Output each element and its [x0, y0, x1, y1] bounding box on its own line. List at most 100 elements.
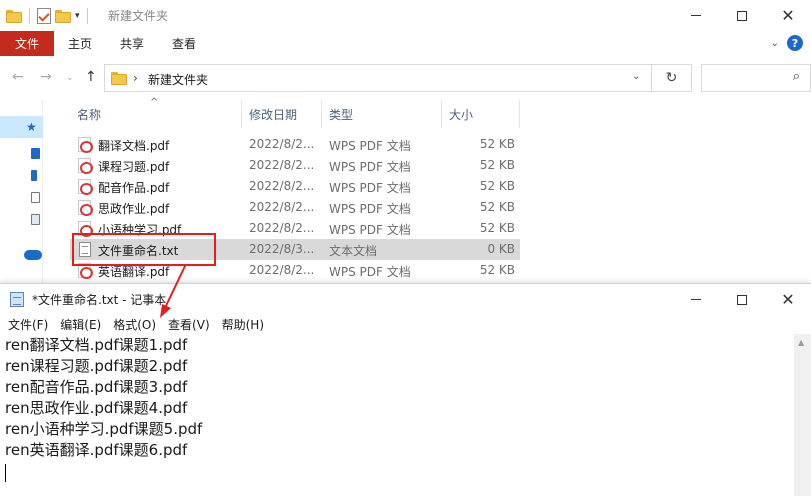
explorer-titlebar: ▾ 新建文件夹 ✕ — [0, 0, 811, 31]
breadcrumb[interactable]: 新建文件夹 — [148, 71, 208, 88]
minimize-icon — [691, 15, 701, 16]
menu-help[interactable]: 帮助(H) — [216, 316, 270, 333]
minimize-button[interactable] — [673, 284, 719, 315]
file-date: 2022/8/3... — [249, 242, 315, 256]
file-type: WPS PDF 文档 — [329, 265, 411, 279]
file-type: WPS PDF 文档 — [329, 160, 411, 174]
column-size-label: 大小 — [449, 107, 474, 122]
refresh-button[interactable]: ↻ — [651, 65, 691, 91]
file-size: 52 KB — [479, 158, 515, 172]
text-line: ren思政作业.pdf课题4.pdf — [5, 399, 188, 417]
properties-icon[interactable] — [37, 8, 51, 24]
tab-view[interactable]: 查看 — [158, 31, 210, 56]
address-bar[interactable]: › 新建文件夹 ⌄ ↻ — [104, 64, 692, 92]
notepad-text-area[interactable]: ren翻译文档.pdf课题1.pdf ren课程习题.pdf课题2.pdf re… — [0, 334, 794, 496]
text-line: ren英语翻译.pdf课题6.pdf — [5, 441, 188, 459]
file-size: 52 KB — [479, 200, 515, 214]
quick-access-star-icon[interactable]: ★ — [26, 120, 37, 134]
text-line: ren配音作品.pdf课题3.pdf — [5, 378, 188, 396]
vertical-scrollbar[interactable]: ▲ — [794, 334, 811, 496]
file-date: 2022/8/2... — [249, 158, 315, 172]
maximize-icon — [737, 294, 747, 305]
address-bar-row: ← → ⌄ ↑ › 新建文件夹 ⌄ ↻ ⌕ — [0, 56, 811, 100]
notepad-window: *文件重命名.txt - 记事本 ✕ 文件(F) 编辑(E) 格式(O) 查看(… — [0, 283, 811, 496]
refresh-icon: ↻ — [665, 70, 678, 86]
column-date[interactable]: 修改日期 — [242, 100, 322, 128]
file-name: 配音作品.pdf — [98, 181, 170, 195]
folder-icon[interactable] — [6, 9, 22, 23]
file-date: 2022/8/2... — [249, 263, 315, 277]
tab-file[interactable]: 文件 — [0, 31, 54, 56]
search-icon: ⌕ — [792, 69, 800, 84]
file-name: 课程习题.pdf — [98, 160, 170, 174]
chevron-down-icon[interactable]: ⌄ — [632, 71, 640, 82]
minimize-icon — [691, 299, 701, 300]
file-size: 52 KB — [479, 221, 515, 235]
close-icon: ✕ — [781, 289, 795, 309]
new-folder-icon[interactable] — [55, 9, 71, 23]
folder-icon — [111, 72, 127, 85]
text-caret — [5, 464, 6, 482]
file-name: 思政作业.pdf — [98, 202, 170, 216]
forward-arrow-icon[interactable]: → — [40, 69, 52, 85]
expand-ribbon-icon[interactable]: ⌄ — [771, 38, 779, 49]
notepad-window-title: *文件重命名.txt - 记事本 — [32, 293, 167, 307]
notepad-titlebar: *文件重命名.txt - 记事本 ✕ — [0, 284, 811, 314]
pdf-icon — [78, 137, 93, 153]
menu-edit[interactable]: 编辑(E) — [54, 316, 107, 333]
pictures-icon[interactable] — [31, 214, 40, 225]
downloads-icon[interactable] — [31, 170, 37, 181]
up-arrow-icon[interactable]: ↑ — [85, 69, 97, 85]
ribbon-tabs: 文件 主页 共享 查看 ⌄ ? — [0, 31, 811, 56]
search-input[interactable]: ⌕ — [701, 64, 811, 92]
column-type[interactable]: 类型 — [322, 100, 442, 128]
column-name[interactable]: ^ 名称 — [70, 97, 242, 128]
menu-file[interactable]: 文件(F) — [2, 316, 54, 333]
file-date: 2022/8/2... — [249, 137, 315, 151]
file-type: WPS PDF 文档 — [329, 223, 411, 237]
minimize-button[interactable] — [673, 0, 719, 31]
text-line: ren翻译文档.pdf课题1.pdf — [5, 336, 188, 354]
file-size: 52 KB — [479, 179, 515, 193]
pdf-icon — [78, 158, 93, 174]
file-type: WPS PDF 文档 — [329, 181, 411, 195]
desktop-icon[interactable] — [31, 148, 40, 159]
file-size: 52 KB — [479, 263, 515, 277]
column-date-label: 修改日期 — [249, 107, 298, 122]
file-row[interactable]: 课程习题.pdf 2022/8/2... WPS PDF 文档 52 KB — [70, 155, 520, 176]
scroll-up-icon[interactable]: ▲ — [798, 338, 804, 347]
file-size: 0 KB — [487, 242, 515, 256]
red-arrow-annotation — [160, 263, 187, 318]
file-date: 2022/8/2... — [249, 200, 315, 214]
notepad-icon — [10, 292, 24, 307]
file-type: WPS PDF 文档 — [329, 202, 411, 216]
file-row[interactable]: 配音作品.pdf 2022/8/2... WPS PDF 文档 52 KB — [70, 176, 520, 197]
back-arrow-icon[interactable]: ← — [12, 69, 24, 85]
maximize-icon — [737, 10, 747, 21]
toolbar-divider — [86, 8, 88, 24]
file-name: 翻译文档.pdf — [98, 139, 170, 153]
customize-toolbar-icon[interactable]: ▾ — [75, 11, 80, 21]
documents-icon[interactable] — [31, 192, 40, 203]
tab-share[interactable]: 共享 — [106, 31, 158, 56]
help-icon[interactable]: ? — [787, 35, 803, 51]
maximize-button[interactable] — [719, 0, 765, 31]
close-button[interactable]: ✕ — [765, 284, 811, 315]
column-size[interactable]: 大小 — [442, 100, 520, 128]
file-list-header: ^ 名称 修改日期 类型 大小 — [70, 97, 520, 128]
text-line: ren课程习题.pdf课题2.pdf — [5, 357, 188, 375]
file-type: WPS PDF 文档 — [329, 139, 411, 153]
tab-home[interactable]: 主页 — [54, 31, 106, 56]
recent-locations-icon[interactable]: ⌄ — [66, 73, 74, 83]
column-name-label: 名称 — [77, 107, 102, 122]
pdf-icon — [78, 179, 93, 195]
chevron-right-icon[interactable]: › — [133, 71, 138, 85]
column-type-label: 类型 — [329, 107, 354, 122]
file-date: 2022/8/2... — [249, 179, 315, 193]
onedrive-cloud-icon[interactable] — [24, 250, 42, 260]
file-row[interactable]: 思政作业.pdf 2022/8/2... WPS PDF 文档 52 KB — [70, 197, 520, 218]
file-row[interactable]: 翻译文档.pdf 2022/8/2... WPS PDF 文档 52 KB — [70, 134, 520, 155]
close-button[interactable]: ✕ — [765, 0, 811, 31]
maximize-button[interactable] — [719, 284, 765, 315]
toolbar-divider — [29, 8, 30, 24]
